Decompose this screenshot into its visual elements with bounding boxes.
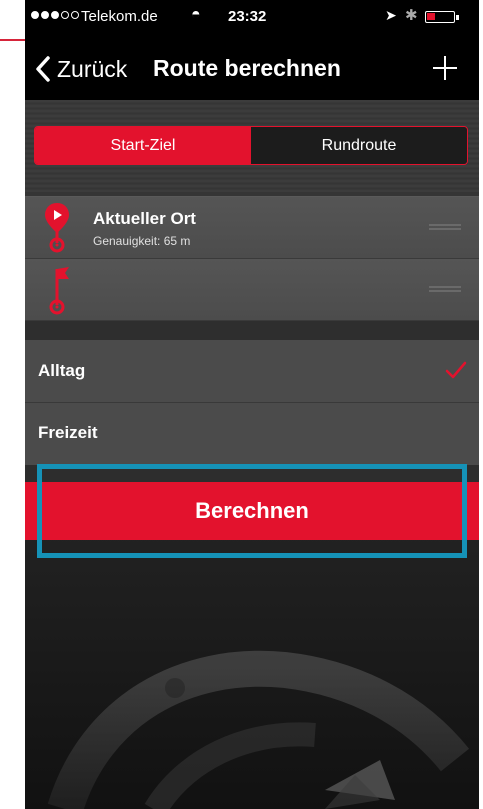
page-title: Route berechnen — [153, 55, 341, 81]
phone-screen: Telekom.de ◓ 23:32 ➤ ✱ Zurück Route bere… — [25, 0, 479, 809]
status-bar: Telekom.de ◓ 23:32 ➤ ✱ — [25, 0, 479, 36]
route-profile-list: Alltag Freizeit — [25, 340, 479, 465]
compass-logo-icon — [47, 650, 470, 809]
profile-alltag[interactable]: Alltag — [25, 340, 479, 403]
segment-start-ziel[interactable]: Start-Ziel — [35, 127, 251, 164]
reorder-handle[interactable] — [429, 286, 461, 294]
profile-freizeit[interactable]: Freizeit — [25, 402, 479, 464]
stop-row-destination[interactable] — [25, 259, 479, 321]
section-separator — [25, 321, 479, 340]
route-stops-list: Aktueller Ort Genauigkeit: 65 m — [25, 196, 479, 321]
content-area: Start-Ziel Rundroute Aktueller Ort Genau… — [25, 100, 479, 809]
carrier-name: Telekom.de — [81, 8, 158, 25]
bluetooth-icon: ✱ — [405, 7, 418, 24]
profile-label: Freizeit — [38, 423, 98, 442]
start-pin-icon — [45, 203, 69, 253]
navigation-bar: Zurück Route berechnen — [25, 36, 479, 100]
segment-area: Start-Ziel Rundroute — [25, 100, 479, 192]
route-type-segmented-control: Start-Ziel Rundroute — [34, 126, 468, 165]
chevron-left-icon — [36, 56, 50, 82]
segment-rundroute[interactable]: Rundroute — [251, 127, 467, 164]
back-button[interactable]: Zurück — [35, 54, 127, 84]
checkmark-icon — [445, 361, 467, 379]
location-arrow-icon: ➤ — [385, 7, 397, 23]
calculate-button-label: Berechnen — [195, 498, 309, 523]
wifi-icon: ◓ — [191, 6, 201, 23]
stop-accuracy: Genauigkeit: 65 m — [93, 234, 191, 248]
signal-strength-icon — [31, 11, 79, 19]
profile-label: Alltag — [38, 361, 86, 380]
status-time: 23:32 — [228, 8, 267, 25]
battery-tip — [456, 15, 459, 20]
reorder-handle[interactable] — [429, 224, 461, 232]
plus-icon[interactable] — [431, 54, 459, 82]
battery-icon — [425, 11, 455, 23]
annotation-line — [0, 39, 25, 41]
calculate-button[interactable]: Berechnen — [37, 464, 467, 558]
stop-row-start[interactable]: Aktueller Ort Genauigkeit: 65 m — [25, 197, 479, 259]
destination-flag-icon — [49, 267, 69, 315]
stop-name: Aktueller Ort — [93, 209, 196, 228]
back-button-label: Zurück — [57, 55, 128, 82]
